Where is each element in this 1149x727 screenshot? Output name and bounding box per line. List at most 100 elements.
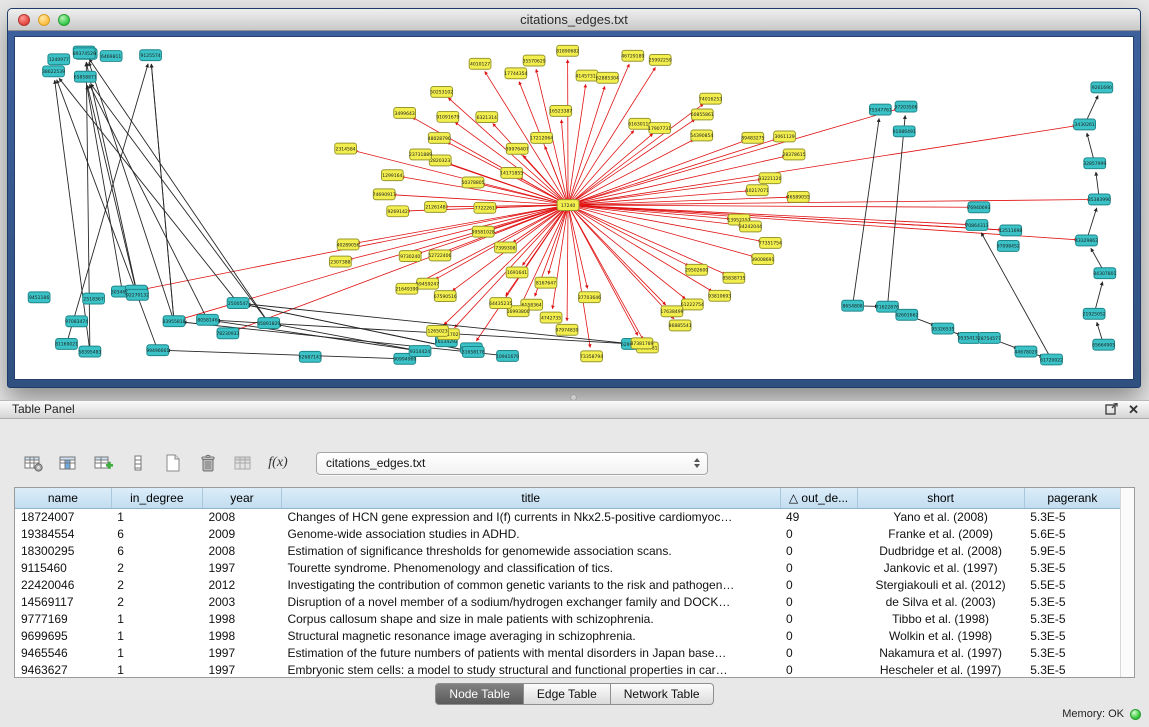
graph-node[interactable]: 2500547 [227, 298, 249, 309]
graph-node[interactable]: 28378615 [783, 149, 806, 160]
graph-node[interactable]: 60855861 [691, 109, 714, 120]
graph-node[interactable]: 8058146 [197, 314, 219, 325]
graph-node[interactable]: 92270132 [126, 289, 149, 300]
graph-node[interactable]: 2126148 [425, 201, 447, 212]
graph-node[interactable]: 67590516 [434, 291, 457, 302]
rows-icon[interactable] [125, 450, 151, 476]
graph-node[interactable]: 10217071 [746, 185, 769, 196]
graph-node[interactable]: 1240977 [48, 54, 70, 65]
graph-node[interactable]: 9125574 [140, 50, 162, 61]
graph-node[interactable]: 17212064 [530, 132, 553, 143]
table-row[interactable]: 1872400712008Changes of HCN gene express… [15, 508, 1121, 526]
graph-node[interactable]: 31658178 [462, 346, 485, 357]
float-panel-icon[interactable] [1105, 403, 1118, 418]
graph-node[interactable]: 9261690 [1091, 82, 1113, 93]
graph-node[interactable]: 81890682 [556, 45, 579, 56]
graph-node[interactable]: 81169021 [55, 338, 78, 349]
graph-node[interactable]: 3430261 [1074, 119, 1096, 130]
table-row[interactable]: 946554611997Estimation of the future num… [15, 645, 1121, 662]
column-header-out_de[interactable]: △ out_de... [780, 488, 857, 508]
table-row[interactable]: 911546021997Tourette syndrome. Phenomeno… [15, 560, 1121, 577]
graph-node[interactable]: 74016253 [699, 93, 722, 104]
graph-node[interactable]: 40289056 [337, 239, 360, 250]
graph-node[interactable]: 65664905 [1092, 339, 1115, 350]
close-window-button[interactable] [18, 14, 30, 26]
graph-node[interactable]: 50253102 [430, 86, 453, 97]
graph-node[interactable]: 17240 [557, 200, 579, 211]
graph-node[interactable]: 23731889 [409, 149, 432, 160]
graph-node[interactable]: 21925052 [1083, 308, 1106, 319]
graph-node[interactable]: 61720022 [1040, 354, 1063, 365]
graph-node[interactable]: 97098452 [997, 241, 1020, 252]
graph-node[interactable]: 43329863 [1075, 235, 1098, 246]
delete-trash-icon[interactable] [195, 450, 221, 476]
graph-node[interactable]: 42601662 [895, 309, 918, 320]
network-window[interactable]: citations_edges.txt 66566401451583893745… [7, 8, 1141, 388]
graph-node[interactable]: 7399308 [495, 242, 517, 253]
graph-node[interactable]: 44678029 [1014, 346, 1037, 357]
graph-node[interactable]: 7722261 [474, 202, 496, 213]
graph-node[interactable]: 2314584 [335, 143, 357, 154]
graph-node[interactable]: 87381789 [630, 338, 653, 349]
graph-node[interactable]: 78230933 [216, 328, 239, 339]
graph-node[interactable]: 8167647 [535, 277, 557, 288]
graph-node[interactable]: 16523387 [549, 105, 572, 116]
graph-node[interactable]: 21649390 [395, 283, 418, 294]
close-panel-icon[interactable]: ✕ [1128, 403, 1139, 417]
column-header-name[interactable]: name [15, 488, 111, 508]
table-row[interactable]: 946362711997Embryonic stem cells: a mode… [15, 662, 1121, 679]
graph-node[interactable]: 70864313 [965, 220, 988, 231]
graph-node[interactable]: 12511698 [999, 225, 1022, 236]
graph-node[interactable]: 52722406 [428, 250, 451, 261]
graph-node[interactable]: 75347761 [869, 104, 892, 115]
graph-node[interactable]: 59459247 [416, 278, 439, 289]
graph-node[interactable]: 9314424 [409, 346, 431, 357]
graph-node[interactable]: 46729189 [621, 50, 644, 61]
graph-node[interactable]: 25992259 [649, 55, 672, 66]
graph-node[interactable]: 4010127 [469, 58, 491, 69]
graph-node[interactable]: 99496661 [146, 345, 169, 356]
graph-node[interactable]: 97974839 [555, 324, 578, 335]
graph-node[interactable]: 89374529 [73, 48, 96, 59]
table-row[interactable]: 1830029562008Estimation of significance … [15, 543, 1121, 560]
graph-node[interactable]: 58395483 [78, 346, 101, 357]
graph-node[interactable]: 1299164 [381, 170, 403, 181]
tab-network-table[interactable]: Network Table [611, 683, 714, 705]
table-disabled-icon[interactable] [230, 450, 256, 476]
tab-edge-table[interactable]: Edge Table [524, 683, 611, 705]
column-header-year[interactable]: year [202, 488, 281, 508]
graph-node[interactable]: 1265023 [427, 326, 449, 337]
graph-node[interactable]: 65858871 [74, 71, 97, 82]
graph-node[interactable]: 99581028 [472, 226, 495, 237]
graph-node[interactable]: 28754577 [978, 333, 1001, 344]
graph-node[interactable]: 84307801 [1093, 268, 1116, 279]
graph-node[interactable]: 17744354 [504, 68, 527, 79]
graph-node[interactable]: 54390854 [690, 130, 713, 141]
minimize-window-button[interactable] [38, 14, 50, 26]
graph-node[interactable]: 2518367 [83, 293, 105, 304]
network-graph[interactable]: 6656640145158389374529386225391240977658… [15, 37, 1133, 379]
graph-node[interactable]: 6321314 [476, 112, 498, 123]
table-scrollbar[interactable] [1120, 488, 1134, 677]
table-row[interactable]: 977716911998Corpus callosum shape and si… [15, 611, 1121, 628]
graph-node[interactable]: 95326535 [931, 323, 954, 334]
graph-node[interactable]: 85838735 [722, 272, 745, 283]
graph-node[interactable]: 17907731 [648, 123, 671, 134]
graph-node[interactable]: 37703646 [578, 292, 601, 303]
table-row[interactable]: 1938455462009Genome-wide association stu… [15, 526, 1121, 543]
graph-node[interactable]: 3499643 [394, 108, 416, 119]
graph-node[interactable]: 34242044 [739, 221, 762, 232]
graph-node[interactable]: 35383990 [1088, 194, 1111, 205]
graph-node[interactable]: 2307388 [330, 256, 352, 267]
table-settings-icon[interactable] [20, 450, 46, 476]
graph-node[interactable]: 97203506 [894, 101, 917, 112]
graph-node[interactable]: 8654808 [842, 300, 864, 311]
graph-node[interactable]: 29502600 [685, 264, 708, 275]
graph-node[interactable]: 10941679 [496, 351, 519, 362]
column-header-pagerank[interactable]: pagerank [1024, 488, 1120, 508]
graph-node[interactable]: 89483275 [741, 132, 764, 143]
graph-node[interactable]: 62885304 [596, 72, 619, 83]
select-columns-icon[interactable] [55, 450, 81, 476]
graph-node[interactable]: 17638499 [660, 306, 683, 317]
graph-node[interactable]: 38622539 [42, 66, 65, 77]
